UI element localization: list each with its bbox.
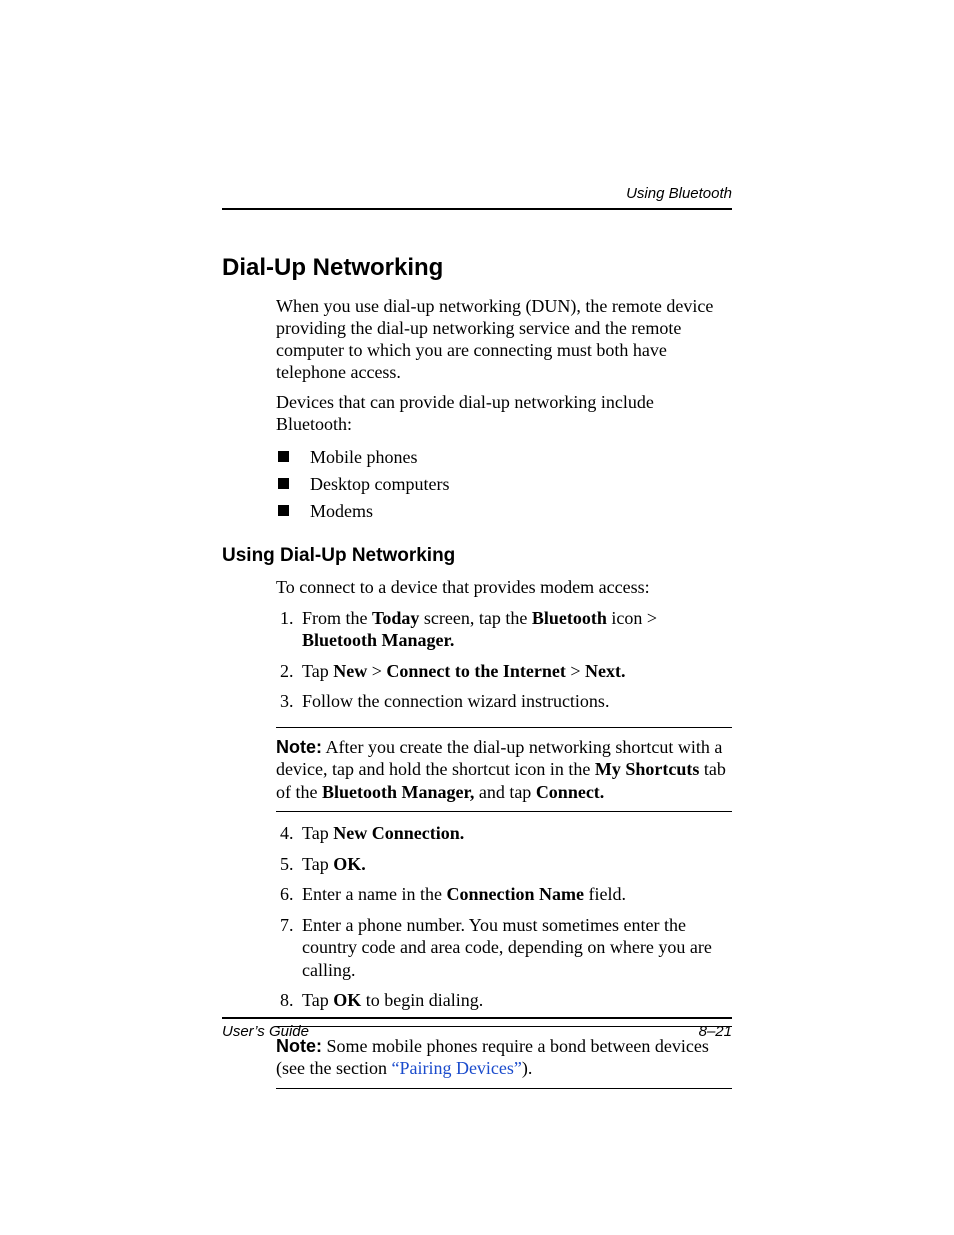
bold: Bluetooth Manager, [322, 782, 474, 802]
running-header: Using Bluetooth [222, 185, 732, 210]
step-1: From the Today screen, tap the Bluetooth… [298, 607, 732, 652]
text: to begin dialing. [361, 990, 483, 1010]
subsection-title: Using Dial-Up Networking [222, 545, 732, 567]
pairing-devices-link[interactable]: “Pairing Devices” [391, 1058, 521, 1078]
text: Enter a name in the [302, 884, 446, 904]
step-5: Tap OK. [298, 853, 732, 876]
footer-right: 8–21 [699, 1023, 732, 1040]
list-item: Desktop computers [276, 471, 732, 498]
subsection-body: To connect to a device that provides mod… [276, 577, 732, 1089]
step-8: Tap OK to begin dialing. [298, 989, 732, 1012]
bold: Next. [585, 661, 625, 681]
text: Tap [302, 661, 333, 681]
text: From the [302, 608, 372, 628]
note-1: Note: After you create the dial-up netwo… [276, 727, 732, 813]
text: Tap [302, 854, 333, 874]
list-item: Mobile phones [276, 444, 732, 471]
step-7: Enter a phone number. You must sometimes… [298, 914, 732, 982]
subsection-lead: To connect to a device that provides mod… [276, 577, 732, 599]
text: Tap [302, 990, 333, 1010]
bold: New [333, 661, 367, 681]
bold: Connection Name [446, 884, 584, 904]
text: ). [522, 1058, 533, 1078]
text: > [566, 661, 585, 681]
steps-list-a: From the Today screen, tap the Bluetooth… [276, 607, 732, 713]
device-list: Mobile phones Desktop computers Modems [276, 444, 732, 525]
text: screen, tap the [419, 608, 531, 628]
steps-list-b: Tap New Connection. Tap OK. Enter a name… [276, 822, 732, 1012]
bold: OK. [333, 854, 366, 874]
text: Tap [302, 823, 333, 843]
bold: OK [333, 990, 361, 1010]
bold: Connect to the Internet [386, 661, 565, 681]
note-label: Note: [276, 737, 322, 757]
bold: Bluetooth Manager. [302, 630, 454, 650]
devices-lead: Devices that can provide dial-up network… [276, 392, 732, 436]
section-body: When you use dial-up networking (DUN), t… [276, 296, 732, 525]
footer-left: User’s Guide [222, 1023, 309, 1040]
bold: My Shortcuts [595, 759, 700, 779]
bold: New Connection. [333, 823, 464, 843]
bold: Bluetooth [532, 608, 607, 628]
page-footer: User’s Guide 8–21 [222, 1017, 732, 1040]
text: > [367, 661, 386, 681]
text: field. [584, 884, 626, 904]
bold: Connect. [536, 782, 605, 802]
step-4: Tap New Connection. [298, 822, 732, 845]
page: Using Bluetooth Dial-Up Networking When … [0, 0, 954, 1089]
step-2: Tap New > Connect to the Internet > Next… [298, 660, 732, 683]
step-6: Enter a name in the Connection Name fiel… [298, 883, 732, 906]
section-title: Dial-Up Networking [222, 254, 732, 282]
text: icon > [607, 608, 657, 628]
intro-paragraph: When you use dial-up networking (DUN), t… [276, 296, 732, 384]
list-item: Modems [276, 498, 732, 525]
text: and tap [474, 782, 535, 802]
bold: Today [372, 608, 419, 628]
step-3: Follow the connection wizard instruction… [298, 690, 732, 713]
